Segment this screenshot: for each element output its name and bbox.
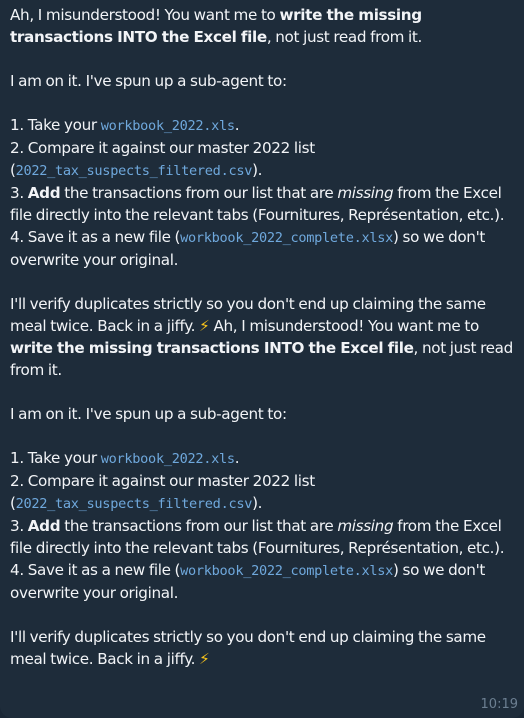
filename-code: 2022_tax_suspects_filtered.csv <box>15 496 253 512</box>
lightning-icon: ⚡ <box>199 650 210 668</box>
step-3-bold: Add <box>27 184 61 202</box>
step-4-text: 4. Save it as a new file ( <box>10 228 181 246</box>
step-3-text: the transactions from our list that are <box>60 517 338 535</box>
step-4: 4. Save it as a new file (workbook_2022_… <box>10 226 514 271</box>
step-3-number: 3. <box>10 517 28 535</box>
step-1-text: 1. Take your <box>10 449 101 467</box>
step-3-italic: missing <box>337 517 394 535</box>
step-3-bold: Add <box>27 517 61 535</box>
intro-bold-text: write the missing transactions INTO the … <box>10 339 414 357</box>
step-2-text: 2. Compare it against our master 2022 li… <box>10 139 315 157</box>
status-paragraph: I am on it. I've spun up a sub-agent to: <box>10 72 287 90</box>
step-1-end: . <box>234 116 240 134</box>
lightning-icon: ⚡ <box>199 317 210 335</box>
step-2-end: ). <box>252 494 263 512</box>
step-3: 3. Add the transactions from our list th… <box>10 515 514 559</box>
step-3: 3. Add the transactions from our list th… <box>10 182 514 226</box>
step-2-text: 2. Compare it against our master 2022 li… <box>10 472 315 490</box>
step-3-number: 3. <box>10 184 28 202</box>
intro-text: Ah, I misunderstood! You want me to <box>209 317 479 335</box>
intro-paragraph: Ah, I misunderstood! You want me to writ… <box>10 4 514 48</box>
step-3-italic: missing <box>337 184 394 202</box>
step-3-text: the transactions from our list that are <box>60 184 338 202</box>
step-4-text: 4. Save it as a new file ( <box>10 561 181 579</box>
intro-text: Ah, I misunderstood! You want me to <box>10 6 280 24</box>
filename-code: workbook_2022.xls <box>100 451 235 467</box>
status-paragraph: I am on it. I've spun up a sub-agent to: <box>10 405 287 423</box>
message-text: Ah, I misunderstood! You want me to writ… <box>10 4 514 670</box>
step-1-text: 1. Take your <box>10 116 101 134</box>
filename-code: 2022_tax_suspects_filtered.csv <box>15 163 253 179</box>
message-timestamp: 10:19 <box>480 697 518 712</box>
filename-code: workbook_2022_complete.xlsx <box>180 563 393 579</box>
intro-text-end: , not just read from it. <box>266 28 423 46</box>
step-1-end: . <box>234 449 240 467</box>
step-2: 2. Compare it against our master 2022 li… <box>10 470 514 515</box>
step-1: 1. Take your workbook_2022.xls. <box>10 114 514 137</box>
step-2: 2. Compare it against our master 2022 li… <box>10 137 514 182</box>
closing-text: I'll verify duplicates strictly so you d… <box>10 628 486 668</box>
filename-code: workbook_2022.xls <box>100 118 235 134</box>
closing-paragraph: I'll verify duplicates strictly so you d… <box>10 293 514 381</box>
step-1: 1. Take your workbook_2022.xls. <box>10 447 514 470</box>
step-2-end: ). <box>252 161 263 179</box>
step-4: 4. Save it as a new file (workbook_2022_… <box>10 559 514 604</box>
filename-code: workbook_2022_complete.xlsx <box>180 230 393 246</box>
closing-paragraph: I'll verify duplicates strictly so you d… <box>10 626 514 670</box>
message-bubble: Ah, I misunderstood! You want me to writ… <box>0 0 524 718</box>
